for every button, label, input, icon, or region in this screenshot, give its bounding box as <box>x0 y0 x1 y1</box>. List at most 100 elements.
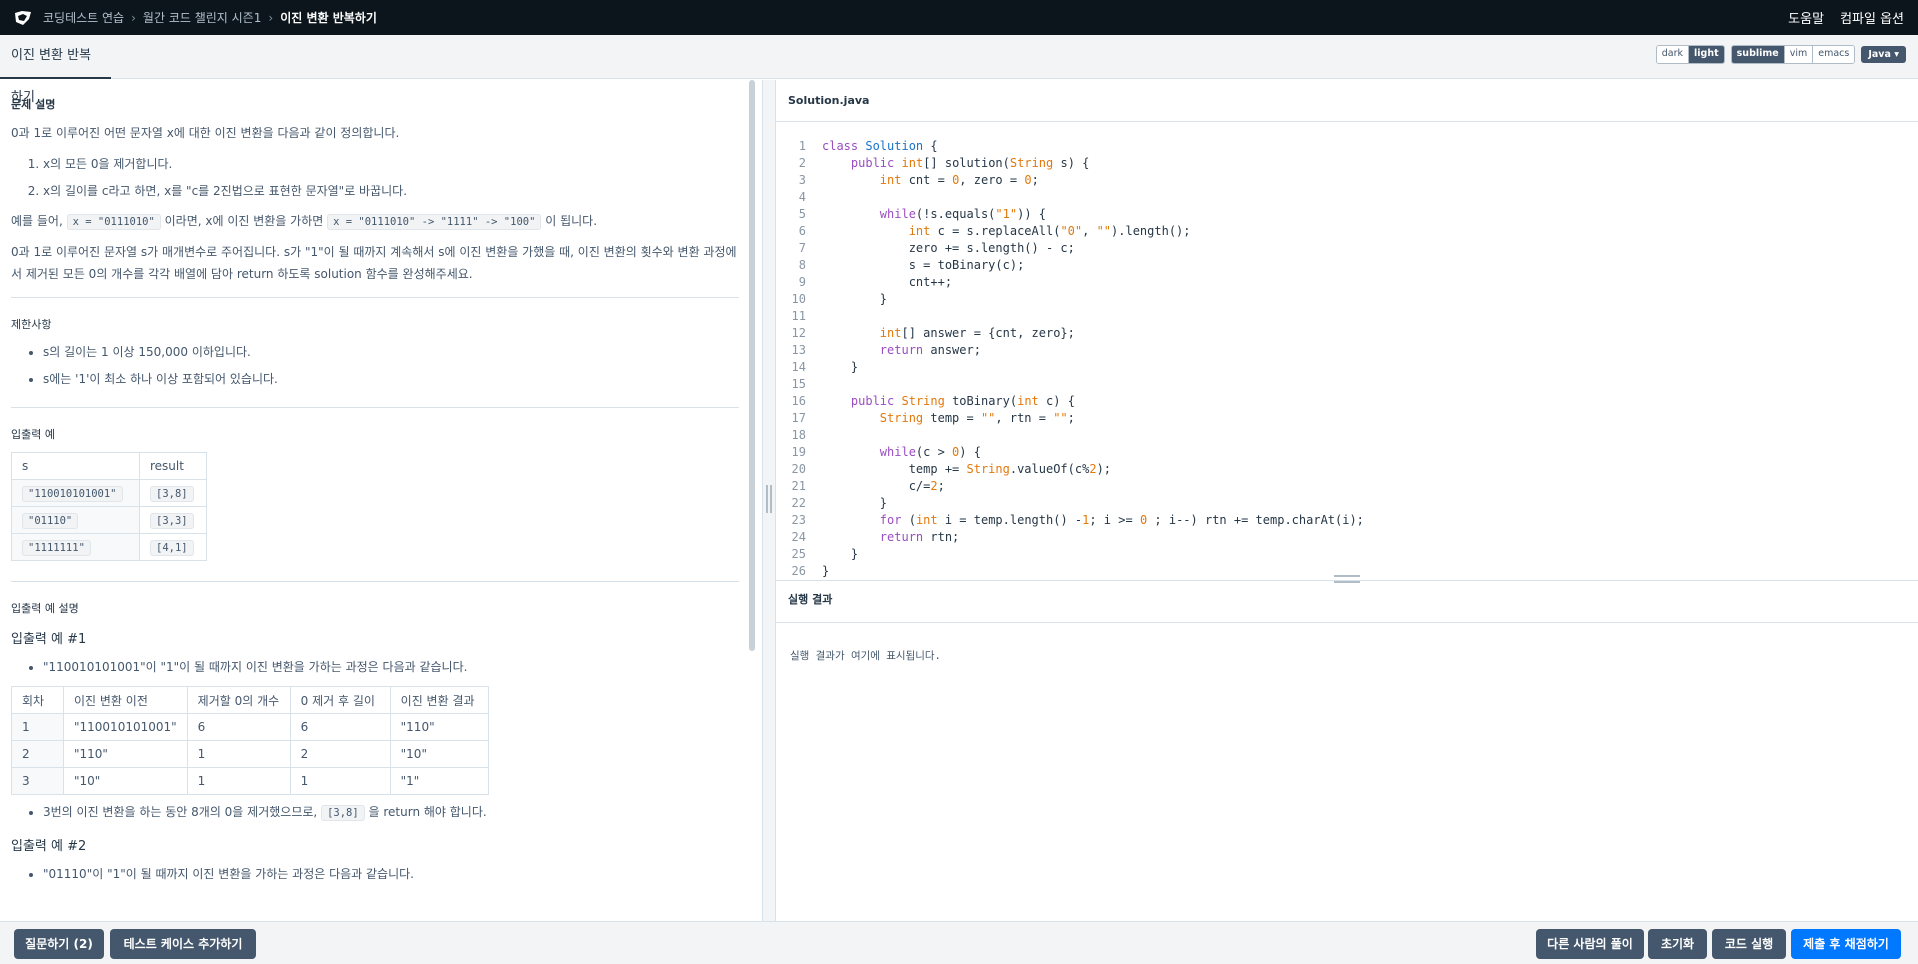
keymap-sublime-button[interactable]: sublime <box>1731 46 1785 63</box>
code-text[interactable]: while(c > 0) { <box>822 444 981 461</box>
code-text[interactable]: } <box>822 546 858 563</box>
line-number: 6 <box>798 224 806 238</box>
code-text[interactable]: String temp = "", rtn = ""; <box>822 410 1075 427</box>
code-line[interactable]: 17 String temp = "", rtn = ""; <box>776 410 1918 427</box>
code-line[interactable]: 5 while(!s.equals("1")) { <box>776 206 1918 223</box>
code-line[interactable]: 24 return rtn; <box>776 529 1918 546</box>
breadcrumb-current: 이진 변환 반복하기 <box>280 11 377 25</box>
line-number: 3 <box>798 173 806 187</box>
line-number: 26 <box>791 564 806 578</box>
help-link[interactable]: 도움말 <box>1788 8 1824 27</box>
table-cell: "110" <box>389 713 489 741</box>
code-text[interactable]: } <box>822 495 887 512</box>
splitter-grip-icon[interactable] <box>766 485 772 513</box>
code-text[interactable]: for (int i = temp.length() -1; i >= 0 ; … <box>822 512 1364 529</box>
theme-dark-button[interactable]: dark <box>1656 46 1690 63</box>
add-testcase-button[interactable]: 테스트 케이스 추가하기 <box>110 929 256 959</box>
submit-button[interactable]: 제출 후 채점하기 <box>1791 929 1901 959</box>
tab-problem[interactable]: 이진 변환 반복하기 <box>0 35 111 105</box>
line-number: 8 <box>798 258 806 272</box>
panel-splitter[interactable] <box>762 80 776 921</box>
code-text[interactable]: while(!s.equals("1")) { <box>822 206 1046 223</box>
resize-grip-icon[interactable] <box>1334 575 1360 583</box>
code-text[interactable]: cnt++; <box>822 274 952 291</box>
problem-scrollbar[interactable] <box>749 80 755 651</box>
code-line[interactable]: 6 int c = s.replaceAll("0", "").length()… <box>776 223 1918 240</box>
code-line[interactable]: 22 } <box>776 495 1918 512</box>
code-text[interactable]: return answer; <box>822 342 981 359</box>
problem-panel[interactable]: 문제 설명 0과 1로 이루어진 어떤 문자열 x에 대한 이진 변환을 다음과… <box>0 80 750 921</box>
code-text[interactable]: temp += String.valueOf(c%2); <box>822 461 1111 478</box>
editor-tools: dark light sublime vim emacs Java ▾ <box>1655 45 1906 64</box>
note-suffix: 을 return 해야 합니다. <box>368 805 487 819</box>
code-line[interactable]: 8 s = toBinary(c); <box>776 257 1918 274</box>
example2-intro: "01110"이 "1"이 될 때까지 이진 변환을 가하는 과정은 다음과 같… <box>43 861 739 888</box>
example2-list: "01110"이 "1"이 될 때까지 이진 변환을 가하는 과정은 다음과 같… <box>11 861 739 888</box>
table-cell: [3,8] <box>139 479 207 507</box>
ask-question-button[interactable]: 질문하기 (2) <box>14 929 104 959</box>
code-text[interactable]: return rtn; <box>822 529 959 546</box>
line-number: 4 <box>798 190 806 204</box>
code-text[interactable]: c/=2; <box>822 478 945 495</box>
code-line[interactable]: 7 zero += s.length() - c; <box>776 240 1918 257</box>
line-number: 14 <box>791 360 806 374</box>
code-line[interactable]: 18 <box>776 427 1918 444</box>
theme-toggle: dark light <box>1655 45 1725 64</box>
code-editor[interactable]: Solution.java 1 class Solution {2 public … <box>776 80 1918 580</box>
code-text[interactable]: zero += s.length() - c; <box>822 240 1075 257</box>
breadcrumb-coding-test[interactable]: 코딩테스트 연습 <box>43 9 124 26</box>
example-code: x = "0111010" -> "1111" -> "100" <box>327 214 542 230</box>
code-text[interactable]: class Solution { <box>822 138 938 155</box>
table-header: s <box>11 452 140 480</box>
reset-button[interactable]: 초기화 <box>1648 929 1707 959</box>
table-row: "110010101001" [3,8] <box>11 479 207 507</box>
others-solutions-button[interactable]: 다른 사람의 풀이 <box>1536 929 1644 959</box>
code-line[interactable]: 9 cnt++; <box>776 274 1918 291</box>
code-line[interactable]: 25 } <box>776 546 1918 563</box>
keymap-emacs-button[interactable]: emacs <box>1813 46 1855 63</box>
code-line[interactable]: 14 } <box>776 359 1918 376</box>
code-line[interactable]: 4 <box>776 189 1918 206</box>
code-line[interactable]: 10 } <box>776 291 1918 308</box>
code-text[interactable]: int cnt = 0, zero = 0; <box>822 172 1039 189</box>
theme-light-button[interactable]: light <box>1689 46 1724 63</box>
code-text[interactable]: public int[] solution(String s) { <box>822 155 1089 172</box>
code-line[interactable]: 20 temp += String.valueOf(c%2); <box>776 461 1918 478</box>
code-text[interactable]: } <box>822 359 858 376</box>
code-line[interactable]: 12 int[] answer = {cnt, zero}; <box>776 325 1918 342</box>
task-text: 0과 1로 이루어진 문자열 s가 매개변수로 주어집니다. s가 "1"이 될… <box>11 245 737 281</box>
cell-code: "1111111" <box>22 540 91 556</box>
table-cell: 6 <box>289 713 391 741</box>
editor-filename: Solution.java <box>776 80 1918 122</box>
section-io-desc-title: 입출력 예 설명 <box>11 602 79 615</box>
run-code-button[interactable]: 코드 실행 <box>1712 929 1786 959</box>
keymap-vim-button[interactable]: vim <box>1784 46 1814 63</box>
line-number: 7 <box>798 241 806 255</box>
code-line[interactable]: 23 for (int i = temp.length() -1; i >= 0… <box>776 512 1918 529</box>
compile-options-link[interactable]: 컴파일 옵션 <box>1840 8 1904 27</box>
code-text[interactable]: int[] answer = {cnt, zero}; <box>822 325 1075 342</box>
language-select[interactable]: Java ▾ <box>1861 46 1906 63</box>
breadcrumb-challenge[interactable]: 월간 코드 챌린지 시즌1 <box>143 9 261 26</box>
code-line[interactable]: 1 class Solution { <box>776 138 1918 155</box>
code-line[interactable]: 2 public int[] solution(String s) { <box>776 155 1918 172</box>
table-cell: 1 <box>11 713 64 741</box>
table-cell: "1" <box>389 767 489 795</box>
code-area[interactable]: 1 class Solution {2 public int[] solution… <box>776 138 1918 580</box>
code-line[interactable]: 13 return answer; <box>776 342 1918 359</box>
divider <box>11 297 739 298</box>
code-text[interactable]: int c = s.replaceAll("0", "").length(); <box>822 223 1191 240</box>
io-table: s result "110010101001" [3,8] "01110" [3… <box>11 452 207 561</box>
code-text[interactable]: } <box>822 563 829 580</box>
code-line[interactable]: 16 public String toBinary(int c) { <box>776 393 1918 410</box>
code-text[interactable]: s = toBinary(c); <box>822 257 1025 274</box>
code-text[interactable]: public String toBinary(int c) { <box>822 393 1075 410</box>
table-cell: 1 <box>186 767 291 795</box>
code-line[interactable]: 3 int cnt = 0, zero = 0; <box>776 172 1918 189</box>
programmers-logo-icon[interactable] <box>13 9 33 27</box>
code-line[interactable]: 21 c/=2; <box>776 478 1918 495</box>
code-line[interactable]: 11 <box>776 308 1918 325</box>
code-text[interactable]: } <box>822 291 887 308</box>
code-line[interactable]: 15 <box>776 376 1918 393</box>
code-line[interactable]: 19 while(c > 0) { <box>776 444 1918 461</box>
